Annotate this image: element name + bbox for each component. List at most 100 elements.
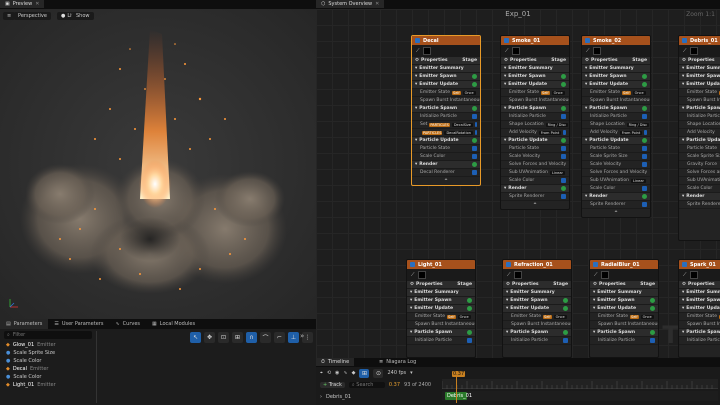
module-row[interactable]: Emitter StateSelfOnce — [679, 89, 720, 97]
module-row[interactable]: Scale Color — [501, 177, 569, 185]
show-button[interactable]: Show — [72, 12, 94, 20]
parameter-row[interactable]: ● Scale Sprite Size — [0, 349, 96, 357]
enable-checkbox[interactable] — [642, 162, 647, 167]
tab-niagara-log[interactable]: ≣ Niagara Log — [374, 358, 421, 366]
module-row[interactable]: Sprite Renderer — [582, 201, 650, 209]
module-row[interactable]: Particle State — [582, 145, 650, 153]
module-row[interactable]: Spawn Burst Instantaneous — [407, 321, 475, 329]
module-row[interactable]: Sprite Renderer — [679, 201, 720, 209]
add-module-icon[interactable] — [472, 82, 477, 87]
track-lane[interactable]: Debris_01 — [442, 391, 718, 401]
enable-checkbox[interactable] — [472, 170, 477, 175]
module-row[interactable]: Add Velocity — [679, 129, 720, 137]
stage-header[interactable]: ▾Emitter Update — [679, 305, 720, 313]
snap-toggle-icon[interactable]: ⊞ — [359, 368, 370, 378]
emitter-node[interactable]: Smoke_01 ⟋ ⚙ Properties Stage ▾ Emitter Summar… — [500, 35, 570, 210]
module-row[interactable]: Particle State — [412, 145, 480, 153]
select-tool-icon[interactable]: ↖ — [190, 332, 201, 343]
module-row[interactable]: Add Velocity From Point — [501, 129, 569, 137]
parameter-row[interactable]: ● Scale Color — [0, 357, 96, 365]
track-search-input[interactable]: ⌕ Search — [348, 382, 385, 388]
add-module-icon[interactable] — [642, 74, 647, 79]
parameter-row[interactable]: ◆ Light_01 Emitter — [0, 381, 96, 389]
emitter-node[interactable]: Spark_01⟋⚙PropertiesStage▾Emitter Summar… — [678, 259, 720, 358]
filter-input[interactable]: ⌕ Filter — [4, 331, 92, 339]
stage-header[interactable]: ▾Emitter Update — [501, 81, 569, 89]
move-tool-icon[interactable]: ✥ — [204, 332, 215, 343]
stage-header[interactable]: ▾Particle Spawn — [679, 329, 720, 337]
node-header[interactable]: Spark_01 — [679, 260, 720, 269]
emitter-node[interactable]: Smoke_02 ⟋ ⚙ Properties Stage ▾ Emitter Summar… — [581, 35, 651, 218]
stage-header[interactable]: ▾Emitter Update — [590, 305, 658, 313]
add-module-icon[interactable] — [563, 298, 568, 303]
enable-checkbox[interactable] — [642, 114, 647, 119]
system-overview-graph[interactable]: Exp_01 Zoom 1:1 SYSTEM Decal ⟋ ⚙ Properties… — [316, 9, 720, 358]
add-module-icon[interactable] — [642, 82, 647, 87]
module-row[interactable]: Sub UVAnimation — [679, 177, 720, 185]
collapse-icon[interactable]: ⌃ — [582, 209, 650, 217]
checkbox-icon[interactable] — [682, 262, 687, 267]
module-row[interactable]: Set PARTICLES DecalSize — [412, 121, 480, 129]
enable-checkbox[interactable] — [561, 154, 566, 159]
module-row[interactable]: Emitter StateSelfOnce — [590, 313, 658, 321]
stage-header[interactable]: ▾Emitter Summary — [582, 65, 650, 73]
enable-checkbox[interactable] — [475, 130, 477, 135]
module-row[interactable]: Emitter StateSelfOnce — [501, 89, 569, 97]
enable-checkbox[interactable] — [561, 114, 566, 119]
add-module-icon[interactable] — [642, 138, 647, 143]
add-module-icon[interactable] — [472, 138, 477, 143]
expand-arrow-icon[interactable]: › — [320, 394, 322, 400]
module-row[interactable]: Emitter StateSelfOnce — [582, 89, 650, 97]
add-module-icon[interactable] — [642, 106, 647, 111]
module-row[interactable]: Scale Color — [412, 153, 480, 161]
enable-checkbox[interactable] — [650, 338, 655, 343]
stage-header[interactable]: ▾Particle Spawn — [412, 105, 480, 113]
stage-header[interactable]: ▾Emitter Update — [582, 81, 650, 89]
module-row[interactable]: Shape Location Ring / Disc — [582, 121, 650, 129]
module-row[interactable]: Emitter StateSelfOnce — [412, 89, 480, 97]
stage-header[interactable]: ▾Particle Spawn — [501, 105, 569, 113]
add-module-icon[interactable] — [561, 186, 566, 191]
module-row[interactable]: Initialize Particle — [582, 113, 650, 121]
module-row[interactable]: Solve Forces and Velocity — [501, 161, 569, 169]
module-row[interactable]: Add Velocity From Point — [582, 129, 650, 137]
enable-checkbox[interactable] — [474, 122, 477, 127]
add-module-icon[interactable] — [561, 74, 566, 79]
stage-header[interactable]: ▾Particle Spawn — [679, 105, 720, 113]
add-module-icon[interactable] — [467, 306, 472, 311]
stage-header[interactable]: ▾ Emitter Spawn — [679, 297, 720, 305]
collapse-icon[interactable]: ⌃ — [412, 177, 480, 185]
emitter-node[interactable]: Light_01 ⟋ ⚙ Properties Stage ▾ Emitter Summar… — [406, 259, 476, 358]
stage-header[interactable]: ▾Emitter Summary — [407, 289, 475, 297]
module-row[interactable]: PARTICLES DecalRotation — [412, 129, 480, 137]
emitter-node[interactable]: Decal ⟋ ⚙ Properties Stage ▾ Emitter Summary ▾ E… — [411, 35, 481, 186]
module-row[interactable]: Particle State — [679, 145, 720, 153]
fit-view-icon[interactable]: ⊡ — [218, 332, 229, 343]
add-module-icon[interactable] — [650, 330, 655, 335]
node-header[interactable]: Decal — [412, 36, 480, 45]
stage-header[interactable]: ▾ Render — [582, 193, 650, 201]
stage-header[interactable]: ▾Emitter Summary — [412, 65, 480, 73]
enable-checkbox[interactable] — [642, 154, 647, 159]
module-row[interactable]: Spawn Burst Instantaneous — [503, 321, 571, 329]
playhead-marker[interactable]: 0.37 — [452, 371, 466, 377]
tab-system-overview[interactable]: ⬡ System Overview ✕ — [316, 0, 385, 8]
checkbox-icon[interactable] — [410, 262, 415, 267]
module-row[interactable]: Sprite Renderer — [501, 193, 569, 201]
stage-button[interactable]: Stage — [551, 58, 566, 63]
stage-header[interactable]: ▾ Render — [679, 193, 720, 201]
preview-viewport[interactable]: ≡ Perspective ● Lit Show — [0, 9, 316, 319]
enable-checkbox[interactable] — [563, 338, 568, 343]
checkbox-icon[interactable] — [415, 38, 420, 43]
stage-header[interactable]: ▾Emitter Update — [407, 305, 475, 313]
stage-header[interactable]: ▾Particle Spawn — [582, 105, 650, 113]
tab-curves[interactable]: ∿ Curves — [109, 319, 146, 329]
module-row[interactable]: Shape Location — [679, 121, 720, 129]
module-row[interactable]: Decal Renderer — [412, 169, 480, 177]
add-module-icon[interactable] — [467, 298, 472, 303]
add-module-icon[interactable] — [563, 330, 568, 335]
enable-checkbox[interactable] — [642, 202, 647, 207]
module-row[interactable]: Initialize Particle — [679, 113, 720, 121]
key-tools-icon[interactable]: ⌖ — [320, 370, 323, 376]
module-row[interactable]: Emitter StateSelfOnce — [679, 313, 720, 321]
